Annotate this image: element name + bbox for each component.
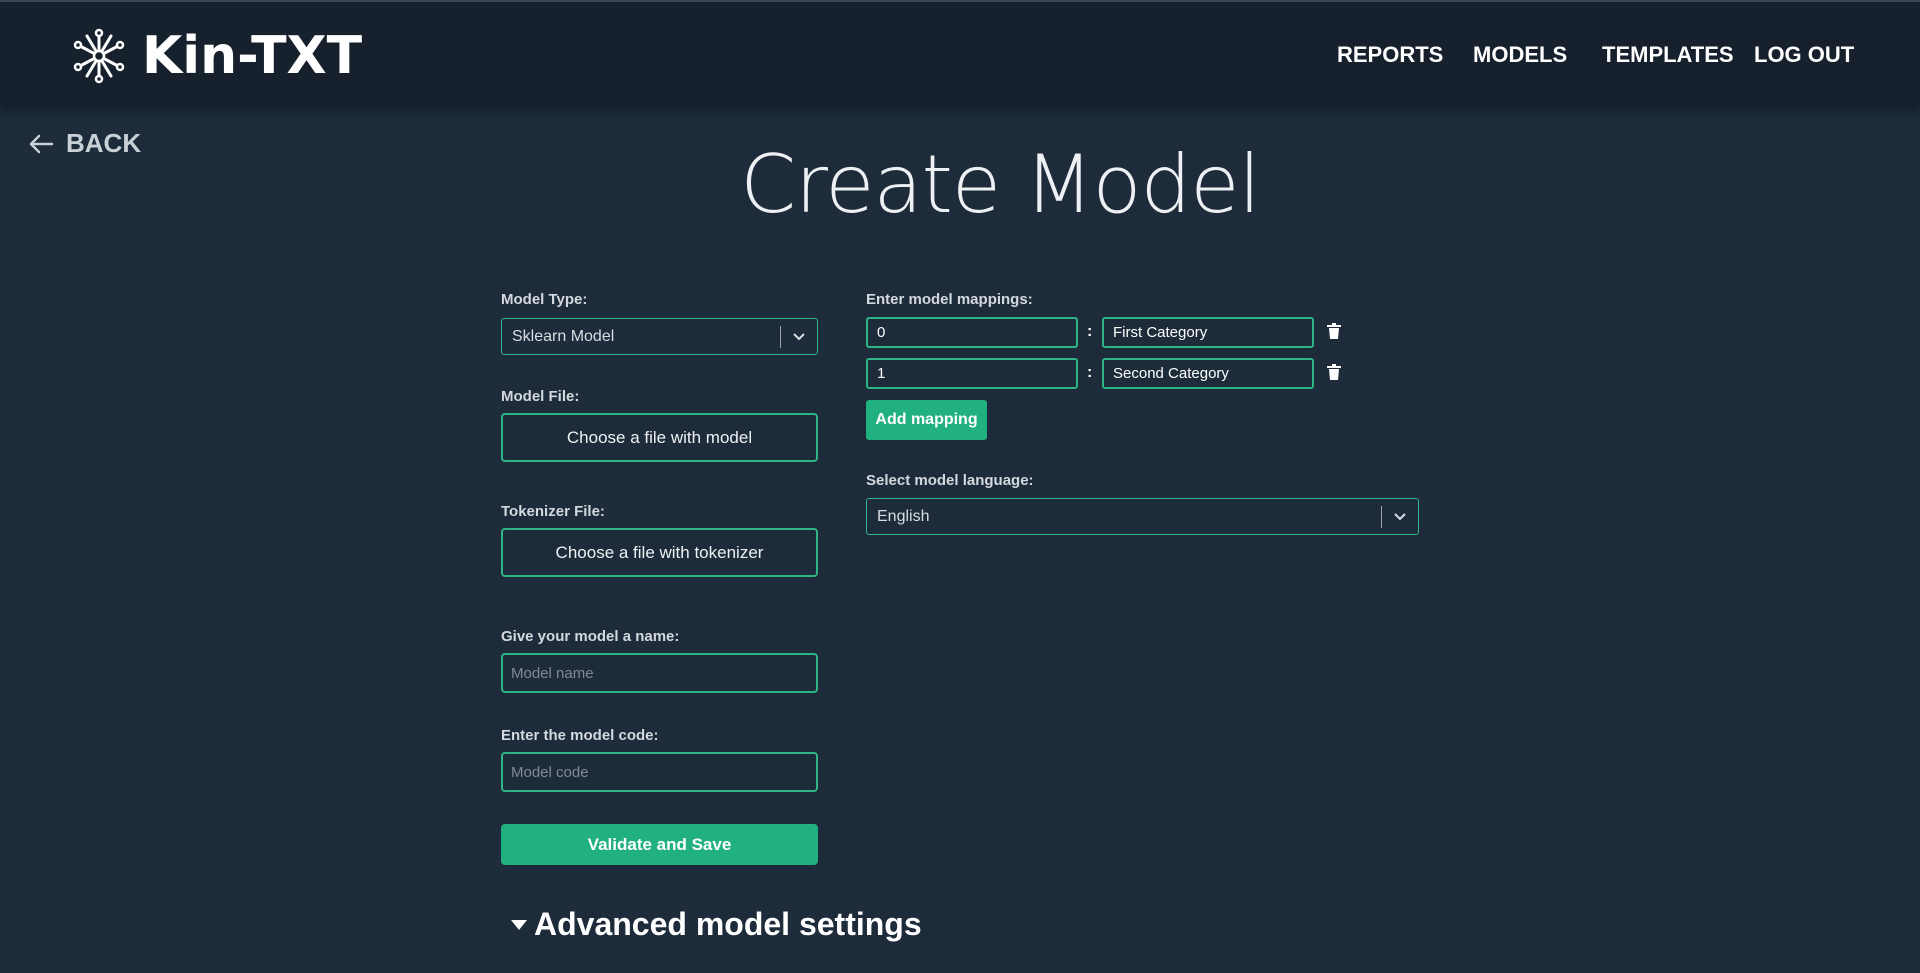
model-type-select[interactable]: Sklearn Model	[501, 318, 818, 355]
mappings-label: Enter model mappings:	[866, 291, 1033, 308]
page-title-text: Create Model	[740, 138, 1260, 231]
mapping-key-input[interactable]: 1	[866, 358, 1078, 389]
trash-icon[interactable]	[1327, 364, 1341, 380]
chevron-down-icon[interactable]	[781, 332, 817, 342]
choose-tokenizer-file-button[interactable]: Choose a file with tokenizer	[501, 528, 818, 577]
mapping-value-input[interactable]: Second Category	[1102, 358, 1314, 389]
advanced-settings-toggle[interactable]: Advanced model settings	[510, 906, 922, 943]
nav-reports[interactable]: REPORTS	[1337, 42, 1443, 68]
brand[interactable]: Kin-TXT	[70, 26, 362, 86]
mapping-value-input[interactable]: First Category	[1102, 317, 1314, 348]
validate-and-save-button[interactable]: Validate and Save	[501, 824, 818, 865]
chevron-down-icon[interactable]	[1382, 512, 1418, 522]
model-name-input[interactable]: Model name	[501, 653, 818, 693]
brand-name: Kin-TXT	[142, 26, 363, 86]
language-value: English	[877, 507, 930, 525]
mapping-separator: :	[1087, 323, 1093, 340]
language-select[interactable]: English	[866, 498, 1419, 535]
model-file-label: Model File:	[501, 388, 580, 405]
mapping-key-input[interactable]: 0	[866, 317, 1078, 348]
nav-logout[interactable]: LOG OUT	[1754, 42, 1854, 68]
nav-templates[interactable]: TEMPLATES	[1602, 42, 1734, 68]
nav-models[interactable]: MODELS	[1473, 42, 1567, 68]
choose-model-file-button[interactable]: Choose a file with model	[501, 413, 818, 462]
model-name-label: Give your model a name:	[501, 628, 680, 645]
network-logo-icon	[73, 28, 125, 84]
triangle-down-icon	[511, 919, 527, 930]
page-title: Create Model	[0, 138, 1920, 231]
trash-icon[interactable]	[1327, 323, 1341, 339]
top-navbar: Kin-TXT REPORTS MODELS TEMPLATES LOG OUT	[0, 0, 1920, 106]
add-mapping-button[interactable]: Add mapping	[866, 400, 987, 440]
model-code-label: Enter the model code:	[501, 727, 659, 744]
model-code-input[interactable]: Model code	[501, 752, 818, 792]
advanced-settings-label: Advanced model settings	[534, 906, 922, 942]
mapping-separator: :	[1087, 364, 1093, 381]
model-type-value: Sklearn Model	[512, 327, 615, 345]
language-label: Select model language:	[866, 472, 1034, 489]
model-type-label: Model Type:	[501, 291, 588, 308]
tokenizer-file-label: Tokenizer File:	[501, 503, 605, 520]
